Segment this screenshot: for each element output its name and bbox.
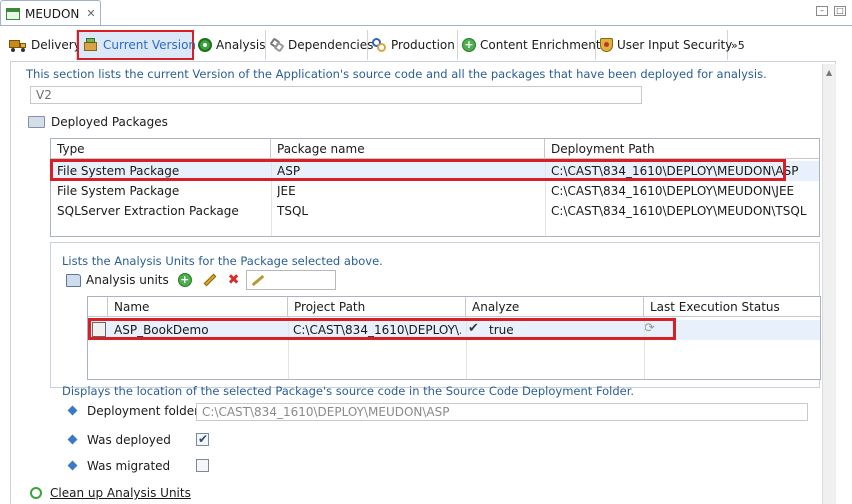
- deployment-folder-field[interactable]: C:\CAST\834_1610\DEPLOY\MEUDON\ASP: [196, 403, 808, 421]
- refresh-icon: [30, 487, 42, 499]
- application-editor: MEUDON ✕ – □ Delivery Current Version An…: [0, 0, 852, 504]
- package-name: ASP: [277, 164, 301, 178]
- package-name: TSQL: [277, 204, 309, 218]
- plus-circle-icon: +: [462, 38, 476, 52]
- table-row[interactable]: SQLServer Extraction Package TSQL C:\CAS…: [51, 201, 819, 221]
- was-migrated-label: Was migrated: [87, 459, 171, 473]
- dependencies-icon: [269, 37, 285, 53]
- package-type: File System Package: [57, 164, 180, 178]
- version-package-icon: [83, 38, 99, 52]
- tab-current-version[interactable]: Current Version: [77, 30, 197, 60]
- tab-current-version-label: Current Version: [103, 38, 197, 52]
- deployment-folder-label: Deployment folder: [87, 404, 200, 418]
- tabs-overflow-button[interactable]: »5: [728, 30, 750, 60]
- tab-analysis[interactable]: Analysis: [194, 30, 266, 60]
- package-path: C:\CAST\834_1610\DEPLOY\MEUDON\TSQL: [551, 204, 807, 218]
- delete-icon[interactable]: ✖: [228, 272, 240, 288]
- column-header-last-execution-status[interactable]: Last Execution Status: [644, 297, 820, 317]
- row-icon-header: [88, 297, 108, 317]
- analyze-check-icon[interactable]: ✔: [468, 321, 479, 336]
- package-path: C:\CAST\834_1610\DEPLOY\MEUDON\JEE: [551, 184, 795, 198]
- analysis-gear-icon: [198, 38, 212, 52]
- production-icon: [372, 38, 387, 52]
- package-path: C:\CAST\834_1610\DEPLOY\MEUDON\ASP: [551, 164, 799, 178]
- editor-tab-meudon[interactable]: MEUDON ✕: [0, 0, 101, 26]
- column-header-type[interactable]: Type: [51, 139, 271, 159]
- editor-tab-strip: [0, 25, 852, 26]
- column-divider: [545, 159, 546, 236]
- deployed-packages-table: Type Package name Deployment Path File S…: [50, 138, 820, 237]
- truck-icon: [9, 38, 27, 52]
- deployed-packages-header: Deployed Packages: [28, 115, 168, 129]
- book-icon: [66, 273, 81, 287]
- package-type: File System Package: [57, 184, 180, 198]
- location-description: Displays the location of the selected Pa…: [62, 384, 635, 398]
- analysis-units-table: Name Project Path Analyze Last Execution…: [87, 296, 821, 380]
- clean-up-analysis-units-link[interactable]: Clean up Analysis Units: [50, 486, 191, 500]
- minimize-icon[interactable]: –: [816, 6, 828, 16]
- column-header-analyze[interactable]: Analyze: [466, 297, 644, 317]
- tabs-overflow-label: »5: [731, 38, 745, 52]
- tab-dependencies[interactable]: Dependencies: [266, 30, 373, 60]
- analysis-unit-path: C:\CAST\834_1610\DEPLOY\...: [293, 323, 461, 337]
- tab-delivery-label: Delivery: [31, 38, 81, 52]
- current-version-description: This section lists the current Version o…: [26, 67, 767, 81]
- tab-production-label: Production: [391, 38, 455, 52]
- column-header-name[interactable]: Name: [108, 297, 288, 317]
- vertical-scrollbar[interactable]: ▲: [822, 64, 836, 504]
- wand-icon: [251, 274, 264, 287]
- package-type: SQLServer Extraction Package: [57, 204, 239, 218]
- tab-user-input-security-label: User Input Security: [617, 38, 733, 52]
- column-header-package-name[interactable]: Package name: [271, 139, 545, 159]
- column-divider: [466, 317, 467, 379]
- tab-analysis-label: Analysis: [216, 38, 266, 52]
- tab-dependencies-label: Dependencies: [288, 38, 374, 52]
- add-icon[interactable]: +: [177, 273, 192, 287]
- view-controls: – □: [816, 6, 846, 16]
- analysis-units-title: Analysis units: [86, 273, 169, 287]
- close-icon[interactable]: ✕: [86, 7, 95, 20]
- analysis-units-description: Lists the Analysis Units for the Package…: [62, 254, 383, 268]
- analysis-units-header: Analysis units + ✖: [66, 270, 336, 290]
- filter-field[interactable]: [245, 270, 336, 290]
- was-deployed-label: Was deployed: [87, 433, 171, 447]
- analysis-unit-name: ASP_BookDemo: [114, 323, 209, 337]
- deployed-packages-title: Deployed Packages: [51, 115, 168, 129]
- folder-icon: [28, 116, 45, 128]
- tab-production[interactable]: Production: [368, 30, 458, 60]
- column-header-project-path[interactable]: Project Path: [288, 297, 466, 317]
- section-toolbar: Delivery Current Version Analysis Depend…: [5, 30, 850, 60]
- column-divider: [288, 317, 289, 379]
- table-row[interactable]: File System Package JEE C:\CAST\834_1610…: [51, 181, 819, 201]
- tab-delivery[interactable]: Delivery: [5, 30, 81, 60]
- edit-pencil-icon[interactable]: [203, 273, 217, 287]
- column-divider: [644, 317, 645, 379]
- scroll-up-icon[interactable]: ▲: [826, 68, 832, 77]
- analysis-unit-analyze: true: [489, 323, 514, 337]
- tab-content-enrichment-label: Content Enrichment: [480, 38, 601, 52]
- shield-icon: [600, 38, 613, 52]
- editor-tab-title: MEUDON: [25, 6, 80, 21]
- analysis-unit-icon: [92, 322, 106, 337]
- package-name: JEE: [277, 184, 296, 198]
- column-divider: [271, 159, 272, 236]
- version-field[interactable]: V2: [30, 86, 642, 104]
- execution-status-icon: ⟳: [644, 321, 655, 336]
- maximize-icon[interactable]: □: [834, 6, 846, 16]
- table-row[interactable]: ASP_BookDemo C:\CAST\834_1610\DEPLOY\...…: [88, 320, 820, 340]
- application-icon: [6, 7, 20, 20]
- was-deployed-checkbox[interactable]: ✔: [196, 432, 209, 446]
- tab-user-input-security[interactable]: User Input Security: [596, 30, 732, 60]
- was-migrated-checkbox[interactable]: [196, 459, 209, 472]
- tab-content-enrichment[interactable]: + Content Enrichment: [458, 30, 601, 60]
- table-row[interactable]: File System Package ASP C:\CAST\834_1610…: [51, 161, 819, 181]
- column-header-deployment-path[interactable]: Deployment Path: [545, 139, 819, 159]
